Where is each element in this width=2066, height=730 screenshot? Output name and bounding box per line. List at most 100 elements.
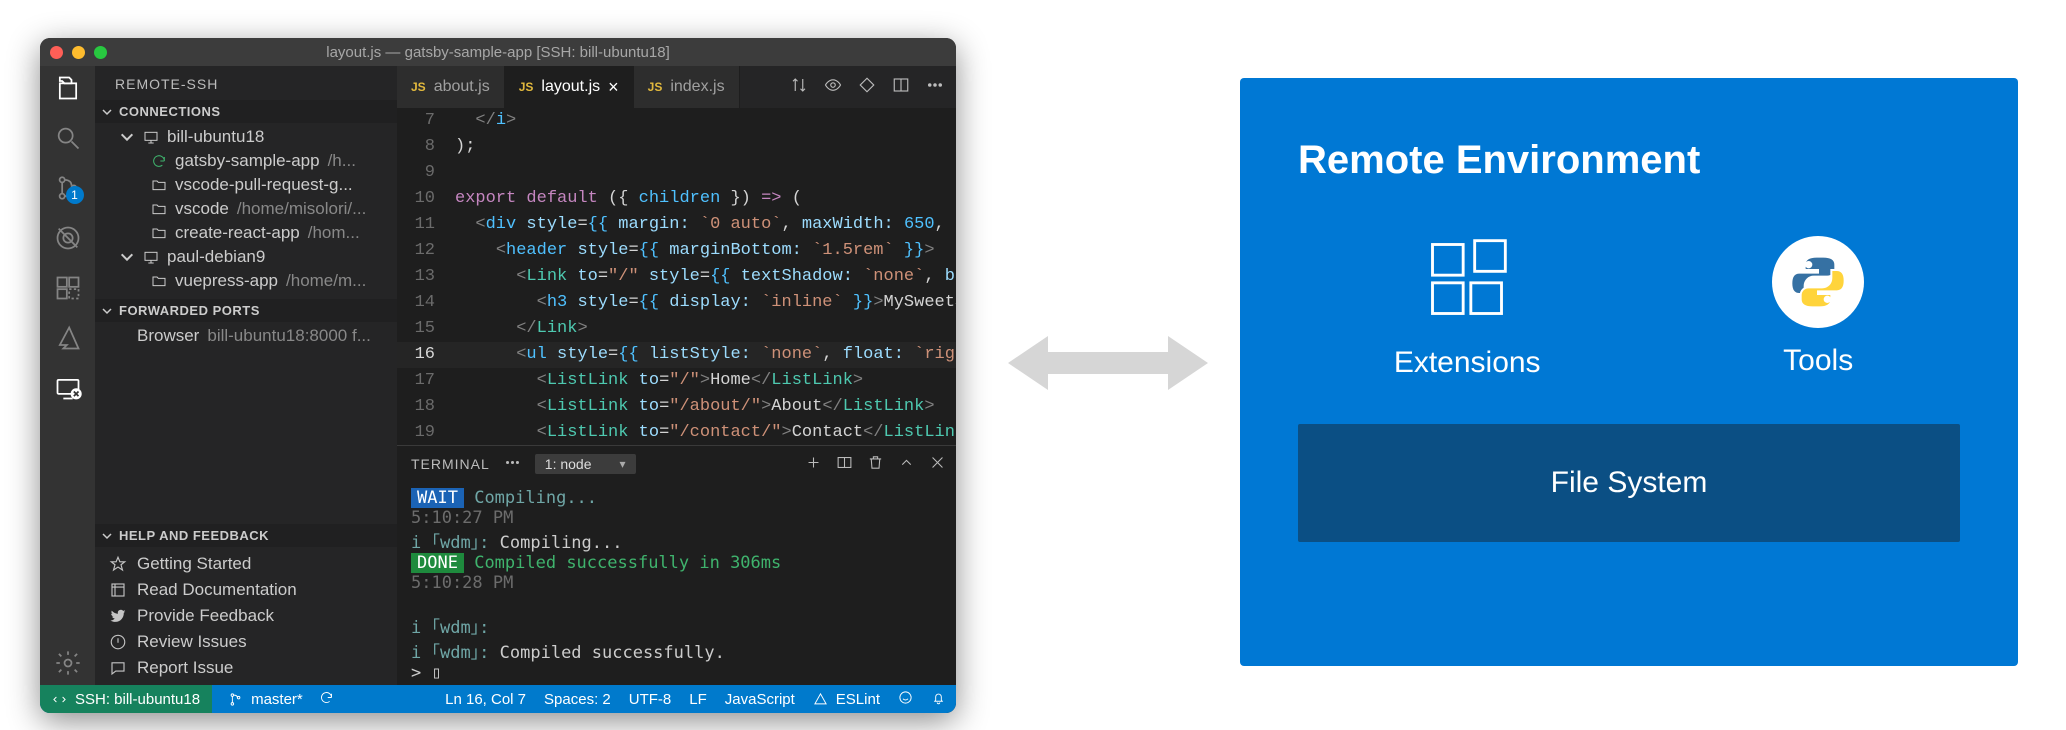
chevron-down-icon — [101, 305, 113, 317]
status-language[interactable]: JavaScript — [725, 691, 795, 708]
section-help[interactable]: HELP AND FEEDBACK — [95, 524, 397, 547]
help-row[interactable]: Provide Feedback — [95, 603, 397, 629]
scm-badge: 1 — [66, 186, 84, 204]
settings-gear-icon[interactable] — [54, 649, 82, 677]
status-branch[interactable]: master* — [228, 691, 303, 708]
terminal-output[interactable]: WAIT Compiling... 5:10:27 PMi ｢wdm｣: Com… — [397, 482, 956, 685]
issues-icon — [109, 633, 127, 651]
split-terminal-icon[interactable] — [836, 454, 853, 474]
folder-row[interactable]: vscode/home/misolori/... — [95, 197, 397, 221]
split-editor-icon[interactable] — [892, 76, 910, 99]
editor-tab[interactable]: JSabout.js — [397, 66, 505, 108]
section-ports[interactable]: FORWARDED PORTS — [95, 299, 397, 322]
chevron-down-icon — [119, 129, 135, 145]
remote-explorer-icon[interactable] — [54, 374, 82, 402]
section-connections[interactable]: CONNECTIONS — [95, 100, 397, 123]
chevron-down-icon — [119, 249, 135, 265]
chevron-down-icon — [101, 106, 113, 118]
activity-bar: 1 — [40, 66, 95, 685]
open-changes-icon[interactable] — [824, 76, 842, 99]
close-window-icon[interactable] — [50, 46, 63, 59]
forwarded-port-row[interactable]: Browserbill-ubuntu18:8000 f... — [95, 324, 397, 348]
code-lines[interactable]: </i>); export default ({ children }) => … — [455, 108, 956, 445]
book-icon — [109, 581, 127, 599]
compare-changes-icon[interactable] — [790, 76, 808, 99]
js-icon: JS — [411, 80, 426, 94]
close-tab-icon[interactable]: × — [608, 77, 619, 98]
close-panel-icon[interactable] — [929, 454, 946, 474]
file-system-box: File System — [1298, 424, 1960, 542]
folder-row[interactable]: gatsby-sample-app/h... — [95, 149, 397, 173]
help-row[interactable]: Review Issues — [95, 629, 397, 655]
debug-icon[interactable] — [54, 224, 82, 252]
host-row[interactable]: bill-ubuntu18 — [95, 125, 397, 149]
host-row[interactable]: paul-debian9 — [95, 245, 397, 269]
status-feedback-icon[interactable] — [898, 690, 913, 709]
maximize-panel-icon[interactable] — [898, 454, 915, 474]
status-remote[interactable]: SSH: bill-ubuntu18 — [40, 685, 212, 713]
folder-icon — [151, 225, 167, 241]
terminal-panel: TERMINAL 1: node WAIT Compiling... 5:10:… — [397, 445, 956, 685]
folder-row[interactable]: vscode-pull-request-g... — [95, 173, 397, 197]
azure-icon[interactable] — [54, 324, 82, 352]
extensions-icon[interactable] — [54, 274, 82, 302]
search-icon[interactable] — [54, 124, 82, 152]
panel-tab-terminal[interactable]: TERMINAL — [411, 456, 490, 472]
terminal-selector[interactable]: 1: node — [535, 454, 636, 474]
ports-tree: Browserbill-ubuntu18:8000 f... — [95, 322, 397, 354]
source-control-icon[interactable]: 1 — [54, 174, 82, 202]
status-eslint[interactable]: ESLint — [813, 691, 880, 708]
help-row[interactable]: Getting Started — [95, 551, 397, 577]
remote-title: Remote Environment — [1298, 138, 1960, 183]
folder-row[interactable]: create-react-app/hom... — [95, 221, 397, 245]
tools-card: Tools — [1772, 236, 1864, 378]
open-preview-icon[interactable] — [858, 76, 876, 99]
tab-bar: JSabout.jsJSlayout.js×JSindex.js — [397, 66, 956, 108]
folder-icon — [151, 273, 167, 289]
folder-icon — [151, 201, 167, 217]
extensions-card: Extensions — [1394, 233, 1541, 380]
editor-tab[interactable]: JSlayout.js× — [505, 66, 634, 108]
remote-environment-card: Remote Environment Extensions Tools File… — [1240, 78, 2018, 666]
editor-tab[interactable]: JSindex.js — [634, 66, 740, 108]
vm-icon — [143, 249, 159, 265]
comment-icon — [109, 659, 127, 677]
help-row[interactable]: Report Issue — [95, 655, 397, 681]
status-cursor[interactable]: Ln 16, Col 7 — [445, 691, 526, 708]
gutter: 78910111213141516171819202122 — [397, 108, 455, 445]
connections-tree: bill-ubuntu18gatsby-sample-app/h...vscod… — [95, 123, 397, 299]
bidirectional-arrow-icon — [1008, 328, 1208, 398]
help-list: Getting StartedRead DocumentationProvide… — [95, 547, 397, 685]
python-icon — [1772, 236, 1864, 328]
minimize-window-icon[interactable] — [72, 46, 85, 59]
explorer-icon[interactable] — [54, 74, 82, 102]
reload-icon — [151, 153, 167, 169]
vm-icon — [143, 129, 159, 145]
folder-row[interactable]: vuepress-app/home/m... — [95, 269, 397, 293]
js-icon: JS — [648, 80, 663, 94]
sidebar-title: REMOTE-SSH — [95, 66, 397, 100]
js-icon: JS — [519, 80, 534, 94]
folder-icon — [151, 177, 167, 193]
star-icon — [109, 555, 127, 573]
window-title: layout.js — gatsby-sample-app [SSH: bill… — [40, 44, 956, 61]
code-editor[interactable]: 78910111213141516171819202122 </i>); exp… — [397, 108, 956, 445]
editor-group: JSabout.jsJSlayout.js×JSindex.js 7891011… — [397, 66, 956, 685]
twitter-icon — [109, 607, 127, 625]
window-controls[interactable] — [50, 46, 107, 59]
status-eol[interactable]: LF — [689, 691, 707, 708]
panel-more-icon[interactable] — [504, 454, 521, 474]
status-bar: SSH: bill-ubuntu18 master* Ln 16, Col 7 … — [40, 685, 956, 713]
zoom-window-icon[interactable] — [94, 46, 107, 59]
kill-terminal-icon[interactable] — [867, 454, 884, 474]
status-indent[interactable]: Spaces: 2 — [544, 691, 611, 708]
status-encoding[interactable]: UTF-8 — [629, 691, 672, 708]
status-bell-icon[interactable] — [931, 690, 946, 709]
titlebar[interactable]: layout.js — gatsby-sample-app [SSH: bill… — [40, 38, 956, 66]
chevron-down-icon — [101, 530, 113, 542]
new-terminal-icon[interactable] — [805, 454, 822, 474]
help-row[interactable]: Read Documentation — [95, 577, 397, 603]
status-sync-icon[interactable] — [319, 690, 334, 709]
vscode-window: layout.js — gatsby-sample-app [SSH: bill… — [40, 38, 956, 713]
more-actions-icon[interactable] — [926, 76, 944, 99]
